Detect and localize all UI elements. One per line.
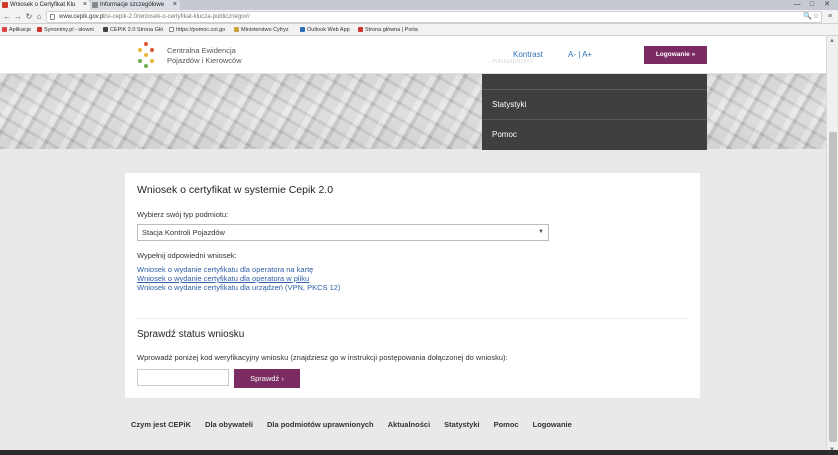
zoom-icon[interactable]: 🔍 — [803, 11, 812, 23]
bookmark-item[interactable]: Strona główna | Porta — [358, 24, 418, 36]
back-arrow-icon[interactable]: ← — [2, 11, 12, 23]
forward-arrow-icon[interactable]: → — [13, 11, 23, 23]
fill-form-label: Wypełnij odpowiedni wniosek: — [137, 251, 237, 260]
hero-dropdown-menu: Aktualności Statystyki Pomoc — [482, 59, 707, 150]
footer-nav: Czym jest CEPiK Dla obywateli Dla podmio… — [131, 420, 572, 432]
footer-link-czym-jest-cepik[interactable]: Czym jest CEPiK — [131, 420, 191, 432]
certificate-form-card: Wniosek o certyfikat w systemie Cepik 2.… — [125, 173, 700, 398]
device-form-link[interactable]: Wniosek o wydanie certyfikatu dla urządz… — [137, 283, 340, 292]
tab-favicon-icon — [92, 2, 98, 8]
menu-item-statystyki[interactable]: Statystyki — [482, 89, 707, 118]
logo-text[interactable]: Centralna Ewidencja Pojazdów i Kierowców — [167, 46, 242, 66]
menu-item-pomoc[interactable]: Pomoc — [482, 119, 707, 148]
url-input[interactable]: www.cepik.gov.pl/si-cepik-2.0/wniosek-o-… — [46, 11, 822, 23]
url-path: /si-cepik-2.0/wniosek-o-certyfikat-klucz… — [104, 14, 250, 20]
bookmark-favicon-icon — [37, 27, 42, 32]
menu-icon[interactable]: ≡ — [828, 11, 832, 23]
status-description: Wprowadź poniżej kod weryfikacyjny wnios… — [137, 353, 508, 362]
subject-type-label: Wybierz swój typ podmiotu: — [137, 210, 229, 219]
section-divider — [137, 318, 688, 319]
bookmark-star-icon[interactable]: ☆ — [813, 11, 819, 23]
chevron-down-icon: ▼ — [538, 229, 544, 235]
file-operator-form-link[interactable]: Wniosek o wydanie certyfikatu dla operat… — [137, 274, 309, 283]
scroll-up-icon[interactable]: ▲ — [829, 38, 835, 44]
check-status-button[interactable]: Sprawdź › — [234, 369, 300, 388]
minimize-button[interactable]: — — [790, 0, 804, 10]
card-operator-form-link[interactable]: Wniosek o wydanie certyfikatu dla operat… — [137, 265, 313, 274]
page-icon — [169, 27, 174, 32]
page-scrollbar[interactable]: ▲ ▼ — [826, 36, 838, 455]
browser-tab-inactive[interactable]: Informacje szczegółowe × — [90, 0, 180, 10]
bookmarks-bar: Aplikacje Synonimy.pl - słowni CEPiK 2.0… — [0, 24, 838, 36]
lock-icon — [50, 14, 55, 20]
form-title: Wniosek o certyfikat w systemie Cepik 2.… — [137, 184, 334, 196]
browser-tab-active[interactable]: Wniosek o Certyfikat Klu × — [0, 0, 90, 10]
tab-favicon-icon — [2, 2, 8, 8]
os-taskbar — [0, 450, 838, 455]
address-bar: ← → ↻ ⌂ www.cepik.gov.pl/si-cepik-2.0/wn… — [0, 10, 838, 24]
bookmark-item[interactable]: Synonimy.pl - słowni — [37, 24, 94, 36]
footer-link-pomoc[interactable]: Pomoc — [494, 420, 519, 432]
bookmark-item[interactable]: Ministerstwo Cyfryz — [234, 24, 289, 36]
window-close-button[interactable]: ✕ — [820, 0, 834, 10]
browser-tab-bar: Wniosek o Certyfikat Klu × Informacje sz… — [0, 0, 838, 10]
bookmark-item[interactable]: CEPiK 2.0 Strona Głó — [103, 24, 163, 36]
footer-link-logowanie[interactable]: Logowanie — [533, 420, 572, 432]
menu-item-aktualnosci[interactable]: Aktualności — [482, 59, 707, 75]
font-size-toggle[interactable]: A- | A+ — [568, 50, 592, 59]
bookmark-favicon-icon — [103, 27, 108, 32]
apps-icon — [2, 27, 7, 32]
subject-type-select[interactable]: Stacja Kontroli Pojazdów ▼ — [137, 224, 549, 241]
scrollbar-thumb[interactable] — [829, 132, 837, 442]
logo-line1: Centralna Ewidencja — [167, 46, 236, 55]
verification-code-input[interactable] — [137, 369, 229, 386]
footer-link-dla-podmiotow[interactable]: Dla podmiotów uprawnionych — [267, 420, 374, 432]
bookmark-item[interactable]: Outlook Web App — [300, 24, 350, 36]
home-icon[interactable]: ⌂ — [34, 11, 44, 23]
cepik-logo-icon[interactable] — [135, 42, 157, 68]
bookmark-favicon-icon — [358, 27, 363, 32]
footer-link-aktualnosci[interactable]: Aktualności — [388, 420, 431, 432]
footer-link-dla-obywateli[interactable]: Dla obywateli — [205, 420, 253, 432]
status-section-title: Sprawdź status wniosku — [137, 329, 245, 340]
subject-type-value: Stacja Kontroli Pojazdów — [142, 228, 225, 237]
tab-close-icon[interactable]: × — [173, 0, 177, 10]
bookmark-item[interactable]: https://pomoc.coi.go — [169, 24, 225, 36]
maximize-button[interactable]: □ — [805, 0, 819, 10]
bookmark-item[interactable]: Aplikacje — [2, 24, 31, 36]
reload-icon[interactable]: ↻ — [24, 11, 34, 23]
outlook-icon — [300, 27, 305, 32]
footer-link-statystyki[interactable]: Statystyki — [444, 420, 479, 432]
tab-title: Wniosek o Certyfikat Klu — [10, 2, 76, 8]
bookmark-favicon-icon — [234, 27, 239, 32]
tab-title: Informacje szczegółowe — [100, 2, 165, 8]
logo-line2: Pojazdów i Kierowców — [167, 56, 242, 65]
contrast-link[interactable]: Kontrast — [513, 50, 543, 59]
url-domain: www.cepik.gov.pl — [59, 14, 105, 20]
tab-close-icon[interactable]: × — [83, 0, 87, 10]
